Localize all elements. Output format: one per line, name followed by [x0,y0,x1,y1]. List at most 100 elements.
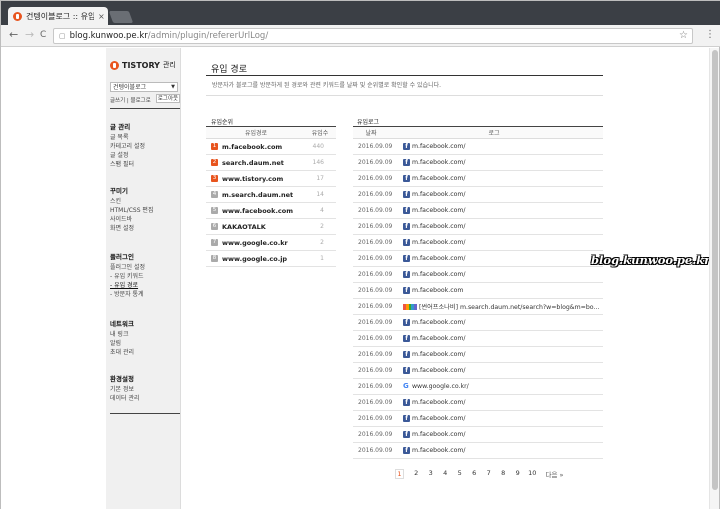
log-source[interactable]: f m.facebook.com/ [403,447,466,454]
sidebar-item[interactable]: 글 설정 [110,151,180,160]
log-source[interactable]: f m.facebook.com/ [403,223,466,230]
log-source[interactable]: Gwww.google.co.kr/ [403,383,469,391]
log-url[interactable]: m.facebook.com/ [412,335,466,342]
log-source[interactable]: f m.facebook.com/ [403,431,466,438]
logout-button[interactable]: 로그아웃 [156,94,180,103]
log-source[interactable]: f m.facebook.com/ [403,159,466,166]
sidebar-item[interactable]: 기본 정보 [110,385,180,394]
sidebar-item[interactable]: 스팸 필터 [110,160,180,169]
log-url[interactable]: m.facebook.com/ [412,255,466,262]
page-link[interactable]: 2 [409,469,424,479]
blog-select[interactable]: 건텡이블로그 ▼ [110,82,178,92]
reload-icon[interactable]: C [40,29,46,41]
forward-icon[interactable]: → [25,29,34,41]
sidebar-item[interactable]: - 방문자 통계 [110,290,180,299]
sidebar-item[interactable]: 글 목록 [110,133,180,142]
log-url[interactable]: m.facebook.com/ [412,239,466,246]
rank-source-link[interactable]: search.daum.net [222,159,304,167]
sidebar-item[interactable]: - 유입 경로 [110,281,180,290]
browser-tab[interactable]: 건텡이블로그 :: 유입 × [8,7,108,25]
log-source[interactable]: f m.facebook.com/ [403,271,466,278]
log-url[interactable]: [썬어프소나비] m.search.daum.net/search?w=blog… [419,302,599,311]
log-url[interactable]: m.facebook.com/ [412,431,466,438]
address-bar[interactable]: ▢ blog.kunwoo.pe.kr/admin/plugin/referer… [53,28,693,44]
facebook-icon: f [403,159,410,166]
log-url[interactable]: m.facebook.com/ [412,143,466,150]
log-source[interactable]: f m.facebook.com/ [403,415,466,422]
tab-close-icon[interactable]: × [98,12,105,21]
rank-source-link[interactable]: m.search.daum.net [222,191,304,199]
log-table-label: 유입로그 [357,119,380,126]
tistory-logo[interactable]: TISTORY 관리 [110,60,176,70]
rank-source-link[interactable]: www.facebook.com [222,207,304,215]
log-url[interactable]: m.facebook.com/ [412,367,466,374]
watermark-text: blog.kunwoo.pe.kr [591,253,711,267]
log-row: 2016.09.09 f m.facebook.com [353,283,603,299]
log-source[interactable]: f m.facebook.com/ [403,239,466,246]
sidebar-item[interactable]: - 유입 키워드 [110,272,180,281]
rank-source-link[interactable]: KAKAOTALK [222,223,304,231]
new-tab-button[interactable] [108,11,134,23]
log-url[interactable]: m.facebook.com/ [412,319,466,326]
log-source[interactable]: f m.facebook.com/ [403,175,466,182]
bookmark-star-icon[interactable]: ☆ [679,30,688,41]
rank-source-link[interactable]: www.tistory.com [222,175,304,183]
sidebar-item[interactable]: 내 링크 [110,330,180,339]
page-link[interactable]: 6 [467,469,482,479]
log-url[interactable]: m.facebook.com/ [412,207,466,214]
facebook-icon: f [403,143,410,150]
rank-source-link[interactable]: m.facebook.com [222,143,304,151]
sidebar-item[interactable]: 카테고리 설정 [110,142,180,151]
log-url[interactable]: m.facebook.com/ [412,351,466,358]
scrollbar-thumb[interactable] [712,50,718,490]
sidebar-item[interactable]: 데이터 관리 [110,394,180,403]
rank-source-link[interactable]: www.google.co.kr [222,239,304,247]
sidebar-item[interactable]: 화면 설정 [110,224,180,233]
write-blog-links[interactable]: 글쓰기 | 블로그로 [110,96,151,104]
page-link[interactable]: 4 [438,469,453,479]
log-source[interactable]: f m.facebook.com/ [403,319,466,326]
log-url[interactable]: m.facebook.com/ [412,415,466,422]
log-url[interactable]: m.facebook.com/ [412,223,466,230]
log-url[interactable]: www.google.co.kr/ [412,383,469,390]
log-source[interactable]: f m.facebook.com/ [403,335,466,342]
sidebar-item[interactable]: 플러그인 설정 [110,263,180,272]
page-link[interactable]: 1 [395,469,404,479]
log-url[interactable]: m.facebook.com/ [412,159,466,166]
sidebar-item[interactable]: 초대 관리 [110,348,180,357]
sidebar-item[interactable]: HTML/CSS 편집 [110,206,180,215]
url-domain: blog.kunwoo.pe.kr [69,31,148,41]
log-source[interactable]: f m.facebook.com/ [403,399,466,406]
vertical-scrollbar[interactable] [709,48,719,509]
page-link[interactable]: 7 [482,469,497,479]
log-url[interactable]: m.facebook.com [412,287,463,294]
page-link[interactable]: 10 [525,469,540,479]
page-link[interactable]: 8 [496,469,511,479]
log-url[interactable]: m.facebook.com/ [412,271,466,278]
page-link[interactable]: 9 [511,469,526,479]
log-row: 2016.09.09 f m.facebook.com/ [353,219,603,235]
logo-suffix: 관리 [162,61,176,69]
log-source[interactable]: f m.facebook.com/ [403,255,466,262]
log-source[interactable]: f m.facebook.com/ [403,351,466,358]
sidebar-item[interactable]: 사이드바 [110,215,180,224]
back-icon[interactable]: ← [9,29,18,41]
log-source[interactable]: f m.facebook.com/ [403,207,466,214]
log-url[interactable]: m.facebook.com/ [412,175,466,182]
next-page-link[interactable]: 다음 » [546,469,564,479]
page-link[interactable]: 5 [453,469,468,479]
log-url[interactable]: m.facebook.com/ [412,399,466,406]
log-url[interactable]: m.facebook.com/ [412,191,466,198]
log-source[interactable]: [썬어프소나비] m.search.daum.net/search?w=blog… [403,302,599,311]
sidebar-item[interactable]: 알림 [110,339,180,348]
log-source[interactable]: f m.facebook.com/ [403,367,466,374]
page-link[interactable]: 3 [424,469,439,479]
log-source[interactable]: f m.facebook.com/ [403,191,466,198]
browser-menu-icon[interactable]: ⋮ [705,29,715,40]
sidebar-item[interactable]: 스킨 [110,197,180,206]
log-row: 2016.09.09 f m.facebook.com/ [353,203,603,219]
log-url[interactable]: m.facebook.com/ [412,447,466,454]
log-source[interactable]: f m.facebook.com [403,287,463,294]
rank-source-link[interactable]: www.google.co.jp [222,255,304,263]
log-source[interactable]: f m.facebook.com/ [403,143,466,150]
